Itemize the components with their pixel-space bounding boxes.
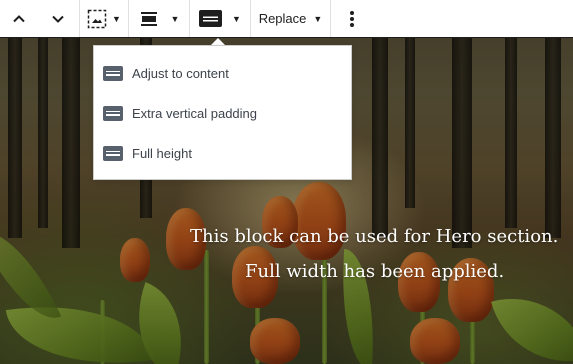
height-group: ▼ bbox=[190, 0, 251, 37]
menu-item-extra-vertical-padding[interactable]: Extra vertical padding bbox=[94, 98, 351, 128]
height-icon bbox=[103, 105, 123, 121]
cover-block-icon bbox=[87, 9, 107, 29]
caret-down-icon: ▼ bbox=[232, 13, 241, 24]
caret-down-icon: ▼ bbox=[313, 13, 323, 24]
replace-button[interactable]: Replace ▼ bbox=[251, 0, 330, 37]
mover-group bbox=[0, 0, 80, 37]
block-type-group: ▼ bbox=[80, 0, 129, 37]
alignment-button[interactable]: ▼ bbox=[129, 0, 189, 37]
height-icon bbox=[103, 145, 123, 161]
replace-label: Replace bbox=[258, 11, 307, 26]
align-full-width-icon bbox=[139, 11, 159, 27]
chevron-down-icon bbox=[51, 12, 65, 26]
menu-item-label: Full height bbox=[132, 145, 192, 161]
menu-item-full-height[interactable]: Full height bbox=[94, 138, 351, 168]
block-type-switcher-button[interactable]: ▼ bbox=[80, 0, 128, 37]
move-up-button[interactable] bbox=[0, 0, 37, 37]
vertical-ellipsis-icon bbox=[349, 10, 355, 28]
popover-arrow bbox=[211, 38, 225, 45]
hero-heading-line-1[interactable]: This block can be used for Hero section. bbox=[190, 226, 573, 247]
block-toolbar: ▼ ▼ ▼ Replace ▼ bbox=[0, 0, 372, 38]
chevron-up-icon bbox=[12, 12, 26, 26]
caret-down-icon: ▼ bbox=[112, 13, 121, 24]
menu-item-label: Adjust to content bbox=[132, 65, 229, 81]
hero-heading-line-2[interactable]: Full width has been applied. bbox=[245, 261, 573, 282]
height-dropdown-menu: Adjust to content Extra vertical padding… bbox=[93, 45, 352, 180]
height-icon bbox=[103, 65, 123, 81]
move-down-button[interactable] bbox=[37, 0, 79, 37]
editor-canvas: This block can be used for Hero section.… bbox=[0, 0, 573, 364]
caret-down-icon: ▼ bbox=[170, 13, 180, 24]
more-options-button[interactable] bbox=[331, 0, 372, 37]
menu-item-adjust-to-content[interactable]: Adjust to content bbox=[94, 58, 351, 88]
height-icon bbox=[199, 10, 223, 27]
replace-group: Replace ▼ bbox=[251, 0, 331, 37]
toolbar-strip bbox=[371, 0, 573, 38]
more-group bbox=[331, 0, 372, 37]
menu-item-label: Extra vertical padding bbox=[132, 105, 258, 121]
alignment-group: ▼ bbox=[129, 0, 190, 37]
change-height-button[interactable]: ▼ bbox=[190, 0, 250, 37]
